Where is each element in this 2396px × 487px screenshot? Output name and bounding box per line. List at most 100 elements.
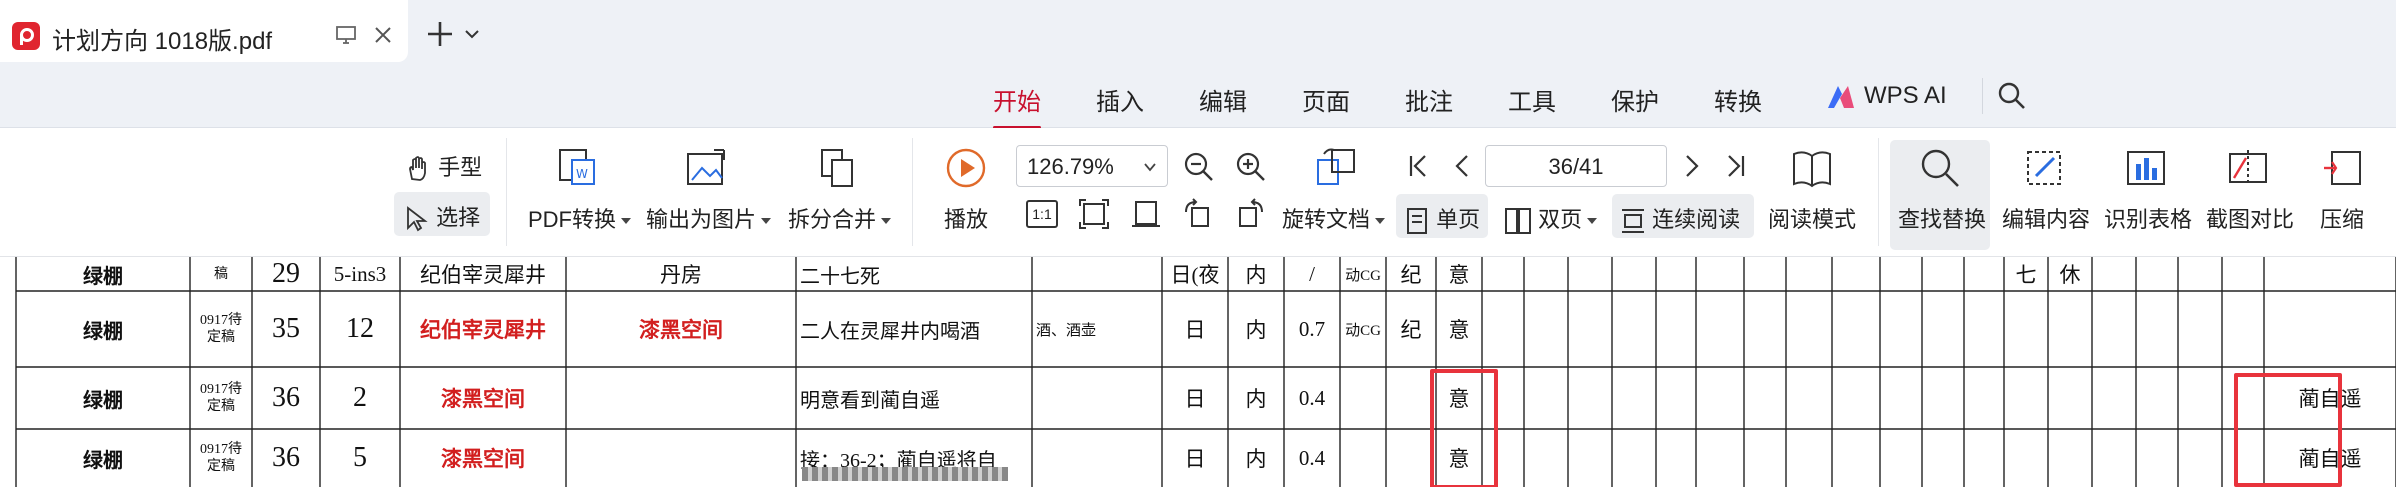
first-page-icon[interactable] [1406, 152, 1432, 180]
menu-wps-ai[interactable]: WPS AI [1864, 82, 1947, 110]
cell-episode: 36 [272, 382, 300, 413]
cell-description: 明意看到蔺自遥 [800, 389, 940, 412]
menu-separator [1982, 78, 1983, 114]
red-highlight-box [2234, 373, 2342, 487]
search-icon[interactable] [1996, 80, 2028, 112]
wps-ai-icon [1828, 86, 1854, 108]
recognize-table-icon[interactable] [2124, 146, 2168, 190]
cell-scene: 5-ins3 [333, 261, 387, 286]
zoom-in-icon[interactable] [1234, 150, 1268, 184]
compress-button[interactable]: 压缩 [2320, 202, 2364, 234]
find-replace-button[interactable]: 查找替换 [1898, 202, 1986, 234]
menu-edit[interactable]: 编辑 [1199, 82, 1247, 117]
redacted-text [802, 467, 1008, 481]
play-icon[interactable] [944, 146, 988, 190]
cell-time: 日 [1184, 318, 1206, 342]
dropdown-caret-icon [1375, 218, 1386, 225]
split-merge-icon[interactable] [816, 146, 860, 190]
cell-pages: 0.7 [1298, 316, 1326, 341]
zoom-out-icon[interactable] [1182, 150, 1216, 184]
recognize-table-button[interactable]: 识别表格 [2104, 202, 2192, 234]
reading-mode-button[interactable]: 阅读模式 [1768, 202, 1856, 234]
cell-time: 日 [1184, 447, 1206, 471]
split-merge-button[interactable]: 拆分合并 [788, 202, 892, 234]
close-icon[interactable] [368, 20, 398, 50]
screenshot-compare-button[interactable]: 截图对比 [2206, 202, 2294, 234]
menu-home[interactable]: 开始 [993, 82, 1041, 129]
cell-location: 绿棚 [83, 320, 123, 343]
cell-extra-2: 休 [2059, 263, 2081, 287]
compress-icon[interactable] [2322, 146, 2366, 190]
cell-cast-2: 意 [1448, 318, 1470, 342]
screenshot-compare-icon[interactable] [2226, 146, 2270, 190]
chevron-down-icon[interactable] [462, 24, 482, 44]
next-page-icon[interactable] [1678, 152, 1704, 180]
edit-content-button[interactable]: 编辑内容 [2002, 202, 2090, 234]
svg-text:W: W [576, 167, 588, 181]
double-page-button[interactable]: 双页 [1504, 202, 1598, 235]
pdf-convert-button[interactable]: PDF转换 [528, 202, 632, 234]
menu-tools[interactable]: 工具 [1508, 82, 1556, 117]
new-tab-plus-icon[interactable] [424, 18, 456, 50]
ribbon-separator [1878, 138, 1879, 246]
reading-mode-icon[interactable] [1790, 146, 1834, 190]
cell-episode: 29 [272, 258, 300, 289]
zoom-select[interactable]: 126.79% [1016, 145, 1168, 187]
cell-interior: 内 [1245, 318, 1267, 342]
menu-annotate[interactable]: 批注 [1405, 82, 1453, 117]
rotate-right-icon[interactable] [1234, 198, 1266, 230]
cell-cast-2: 意 [1448, 263, 1470, 287]
cell-time: 日 [1184, 387, 1206, 411]
rotate-document-icon[interactable] [1314, 146, 1358, 190]
menu-insert[interactable]: 插入 [1096, 82, 1144, 117]
main-menu-bar: 开始 插入 编辑 页面 批注 工具 保护 转换 WPS AI [0, 70, 2396, 129]
cell-interior: 内 [1245, 387, 1267, 411]
fit-width-icon[interactable] [1130, 198, 1162, 230]
export-image-button[interactable]: 输出为图片 [646, 202, 772, 234]
last-page-icon[interactable] [1722, 152, 1748, 180]
page-number-value: 36/41 [1548, 154, 1604, 179]
cell-interior: 内 [1245, 263, 1267, 287]
rotate-document-button[interactable]: 旋转文档 [1282, 202, 1386, 234]
menu-page[interactable]: 页面 [1302, 82, 1350, 117]
cell-interior: 内 [1245, 447, 1267, 471]
continuous-reading[interactable]: 连续阅读 [1620, 202, 1740, 235]
cell-episode: 36 [272, 442, 300, 473]
cell-fx [1340, 367, 1386, 429]
compress-label: 压缩 [2320, 207, 2365, 232]
single-page-view[interactable]: 单页 [1404, 202, 1480, 235]
rotate-left-icon[interactable] [1182, 198, 1214, 230]
select-tool[interactable]: 选择 [404, 200, 480, 232]
dropdown-caret-icon [621, 218, 632, 225]
cell-extra-1 [2004, 291, 2048, 367]
cell-fx: 动CG [1345, 322, 1381, 339]
find-replace-icon[interactable] [1918, 146, 1962, 190]
hand-tool-button[interactable]: 手型 [404, 150, 482, 183]
cell-status: 0917待 定稿 [190, 367, 252, 429]
export-image-icon[interactable] [684, 146, 728, 190]
pdf-convert-icon[interactable]: W [556, 146, 600, 190]
play-button[interactable]: 播放 [944, 202, 988, 234]
chevron-down-icon [1144, 163, 1156, 172]
cell-status: 0917待 定稿 [190, 291, 252, 367]
previous-page-icon[interactable] [1450, 152, 1476, 180]
document-tab[interactable]: 计划方向 1018版.pdf [0, 0, 408, 62]
cell-extra-2 [2048, 429, 2092, 487]
cell-status-line: 0917待 [200, 442, 242, 457]
menu-protect[interactable]: 保护 [1611, 82, 1659, 117]
cell-place: 丹房 [660, 263, 702, 287]
actual-size-button[interactable]: 1:1 [1026, 200, 1058, 228]
rotate-document-label: 旋转文档 [1282, 207, 1371, 232]
edit-content-icon[interactable] [2022, 146, 2066, 190]
zoom-value: 126.79% [1027, 154, 1114, 179]
cell-location: 绿棚 [83, 389, 123, 412]
pdf-page-view[interactable]: 绿棚稿 29 5-ins3 纪伯宰灵犀井 丹房 二十七死 日(夜内 / 动CG 纪意七休绿棚 091… [0, 257, 2396, 487]
ribbon-separator [912, 138, 913, 246]
cell-extra-1: 七 [2015, 263, 2037, 287]
cell-status-line: 0917待 [200, 313, 242, 328]
menu-convert[interactable]: 转换 [1714, 82, 1762, 117]
fit-page-icon[interactable] [1078, 198, 1110, 230]
window-icon[interactable] [334, 23, 358, 47]
page-number-input[interactable]: 36/41 [1485, 145, 1667, 187]
cell-character: 纪伯宰灵犀井 [420, 318, 546, 342]
